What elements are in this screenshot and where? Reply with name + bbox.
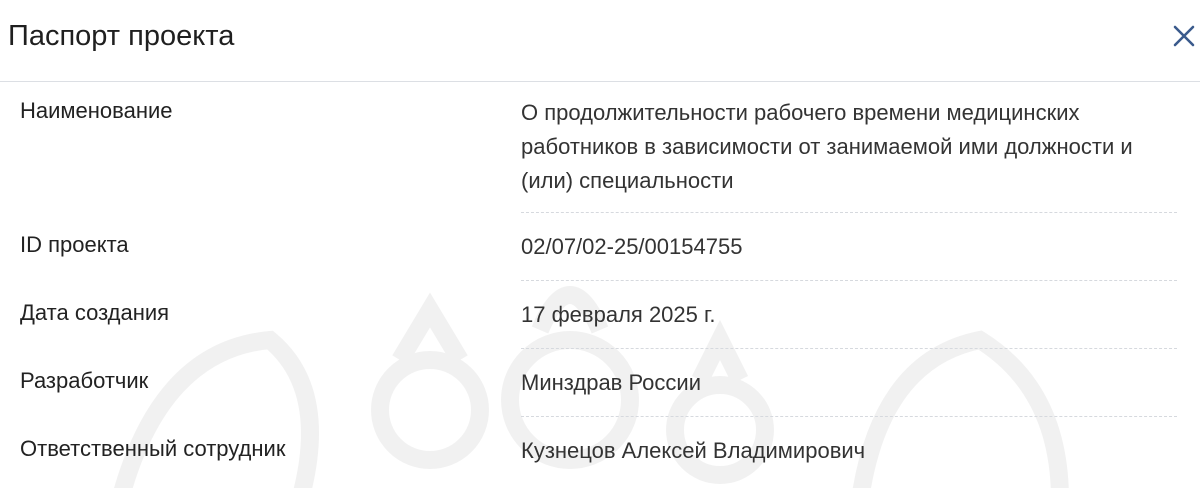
field-value: Минздрав России [521, 349, 1177, 417]
field-value: О продолжительности рабочего времени мед… [521, 82, 1177, 213]
field-row-created-date: Дата создания 17 февраля 2025 г. [0, 281, 1200, 349]
field-value: 02/07/02-25/00154755 [521, 213, 1177, 281]
field-label: ID проекта [20, 232, 129, 257]
field-row-project-id: ID проекта 02/07/02-25/00154755 [0, 213, 1200, 281]
close-button[interactable] [1168, 20, 1200, 52]
field-label: Наименование [20, 98, 173, 123]
field-value: Кузнецов Алексей Владимирович [521, 438, 866, 463]
field-label: Разработчик [20, 368, 149, 393]
project-passport-dialog: Паспорт проекта Наименование О продолжит… [0, 0, 1200, 488]
dialog-title: Паспорт проекта [8, 20, 235, 52]
field-row-developer: Разработчик Минздрав России [0, 349, 1200, 417]
field-row-name: Наименование О продолжительности рабочег… [0, 82, 1200, 213]
field-value: 17 февраля 2025 г. [521, 281, 1177, 349]
field-row-responsible: Ответственный сотрудник Кузнецов Алексей… [0, 417, 1200, 485]
close-icon [1173, 25, 1195, 47]
field-label: Ответственный сотрудник [20, 436, 286, 461]
passport-fields: Наименование О продолжительности рабочег… [0, 82, 1200, 485]
field-label: Дата создания [20, 300, 170, 325]
dialog-header: Паспорт проекта [0, 0, 1200, 82]
